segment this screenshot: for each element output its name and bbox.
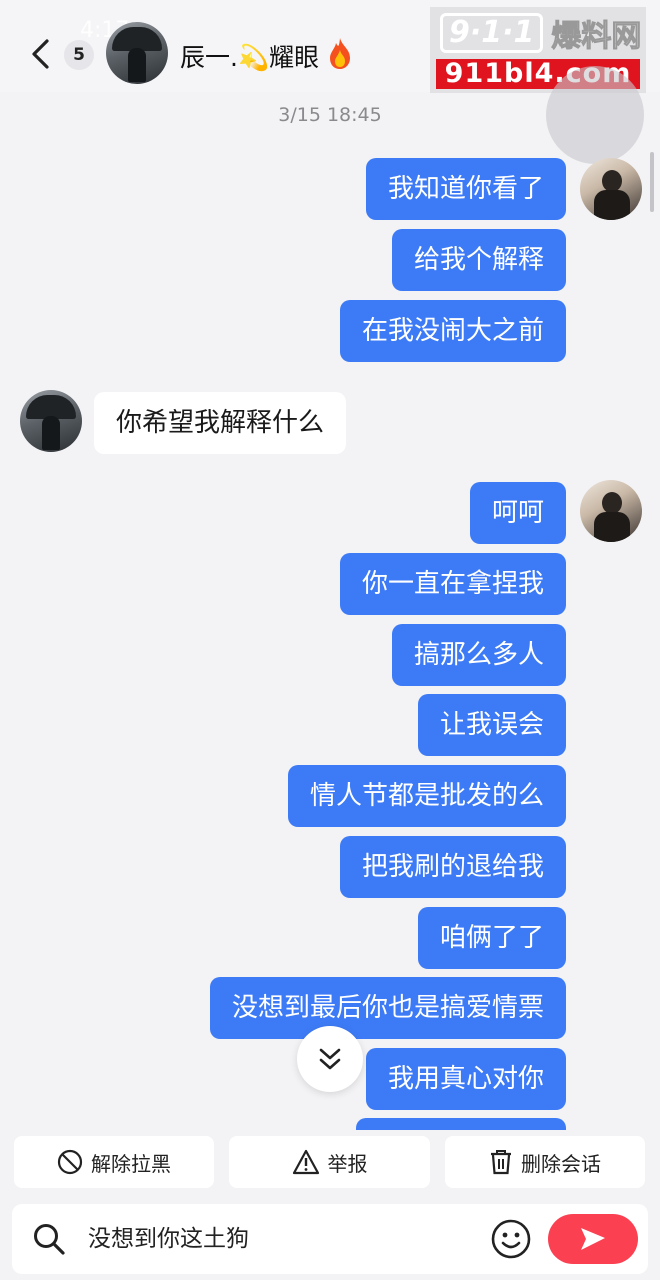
watermark-number: 9·1·1 — [440, 13, 544, 53]
message-bubble[interactable]: 没想到最后你也是搞爱情票 — [209, 977, 566, 1039]
message-bubble[interactable]: 呵呵 — [469, 482, 566, 544]
message-bubble[interactable]: 搞那么多人 — [391, 624, 566, 686]
message-bubble[interactable]: 你一直在拿捏我 — [339, 553, 566, 615]
message-bubble[interactable]: 把我刷的退给我 — [339, 836, 566, 898]
report-button[interactable]: 举报 — [229, 1136, 430, 1188]
chevron-left-icon — [32, 39, 49, 69]
message-bubble[interactable]: 让我误会 — [417, 694, 566, 756]
fire-icon — [330, 38, 350, 69]
search-icon — [34, 1224, 65, 1255]
contact-name[interactable]: 辰一.💫耀眼 — [180, 38, 319, 74]
my-avatar[interactable] — [580, 158, 642, 220]
my-avatar[interactable] — [580, 480, 642, 542]
trash-icon — [491, 1150, 511, 1175]
message-composer: 没想到你这土狗 — [12, 1204, 648, 1274]
message-bubble-incoming[interactable]: 你希望我解释什么 — [94, 392, 347, 454]
message-bubble-partial[interactable] — [356, 1118, 566, 1130]
report-label: 举报 — [327, 1151, 368, 1176]
unread-count-badge[interactable]: 5 — [64, 40, 94, 70]
unblock-label: 解除拉黑 — [91, 1151, 171, 1176]
contact-message-avatar[interactable] — [20, 390, 82, 452]
delete-conversation-button[interactable]: 删除会话 — [445, 1136, 645, 1188]
prohibited-icon — [57, 1149, 83, 1175]
delete-label: 删除会话 — [521, 1151, 601, 1176]
scroll-to-bottom-button[interactable] — [297, 1026, 363, 1092]
scroll-indicator[interactable] — [650, 152, 654, 212]
message-bubble[interactable]: 在我没闹大之前 — [339, 300, 566, 362]
message-bubble[interactable]: 给我个解释 — [391, 229, 566, 291]
home-indicator-area — [0, 1274, 660, 1280]
action-bar: 解除拉黑 举报 删除会话 — [0, 1130, 660, 1196]
message-bubble[interactable]: 情人节都是批发的么 — [287, 765, 566, 827]
unblock-button[interactable]: 解除拉黑 — [14, 1136, 214, 1188]
send-icon — [581, 1228, 605, 1250]
message-bubble[interactable]: 咱俩了了 — [417, 907, 566, 969]
emoji-icon[interactable] — [490, 1218, 532, 1260]
contact-avatar[interactable] — [106, 22, 168, 84]
watermark-cn-text: 爆料网 — [551, 19, 642, 55]
warning-icon — [292, 1149, 319, 1175]
message-bubble[interactable]: 我用真心对你 — [365, 1048, 566, 1110]
double-chevron-down-icon — [319, 1048, 341, 1070]
send-button[interactable] — [548, 1214, 638, 1264]
back-button[interactable] — [22, 36, 58, 72]
message-timestamp: 3/15 18:45 — [278, 104, 382, 126]
message-input[interactable]: 没想到你这土狗 — [88, 1204, 249, 1274]
message-bubble[interactable]: 我知道你看了 — [365, 158, 566, 220]
